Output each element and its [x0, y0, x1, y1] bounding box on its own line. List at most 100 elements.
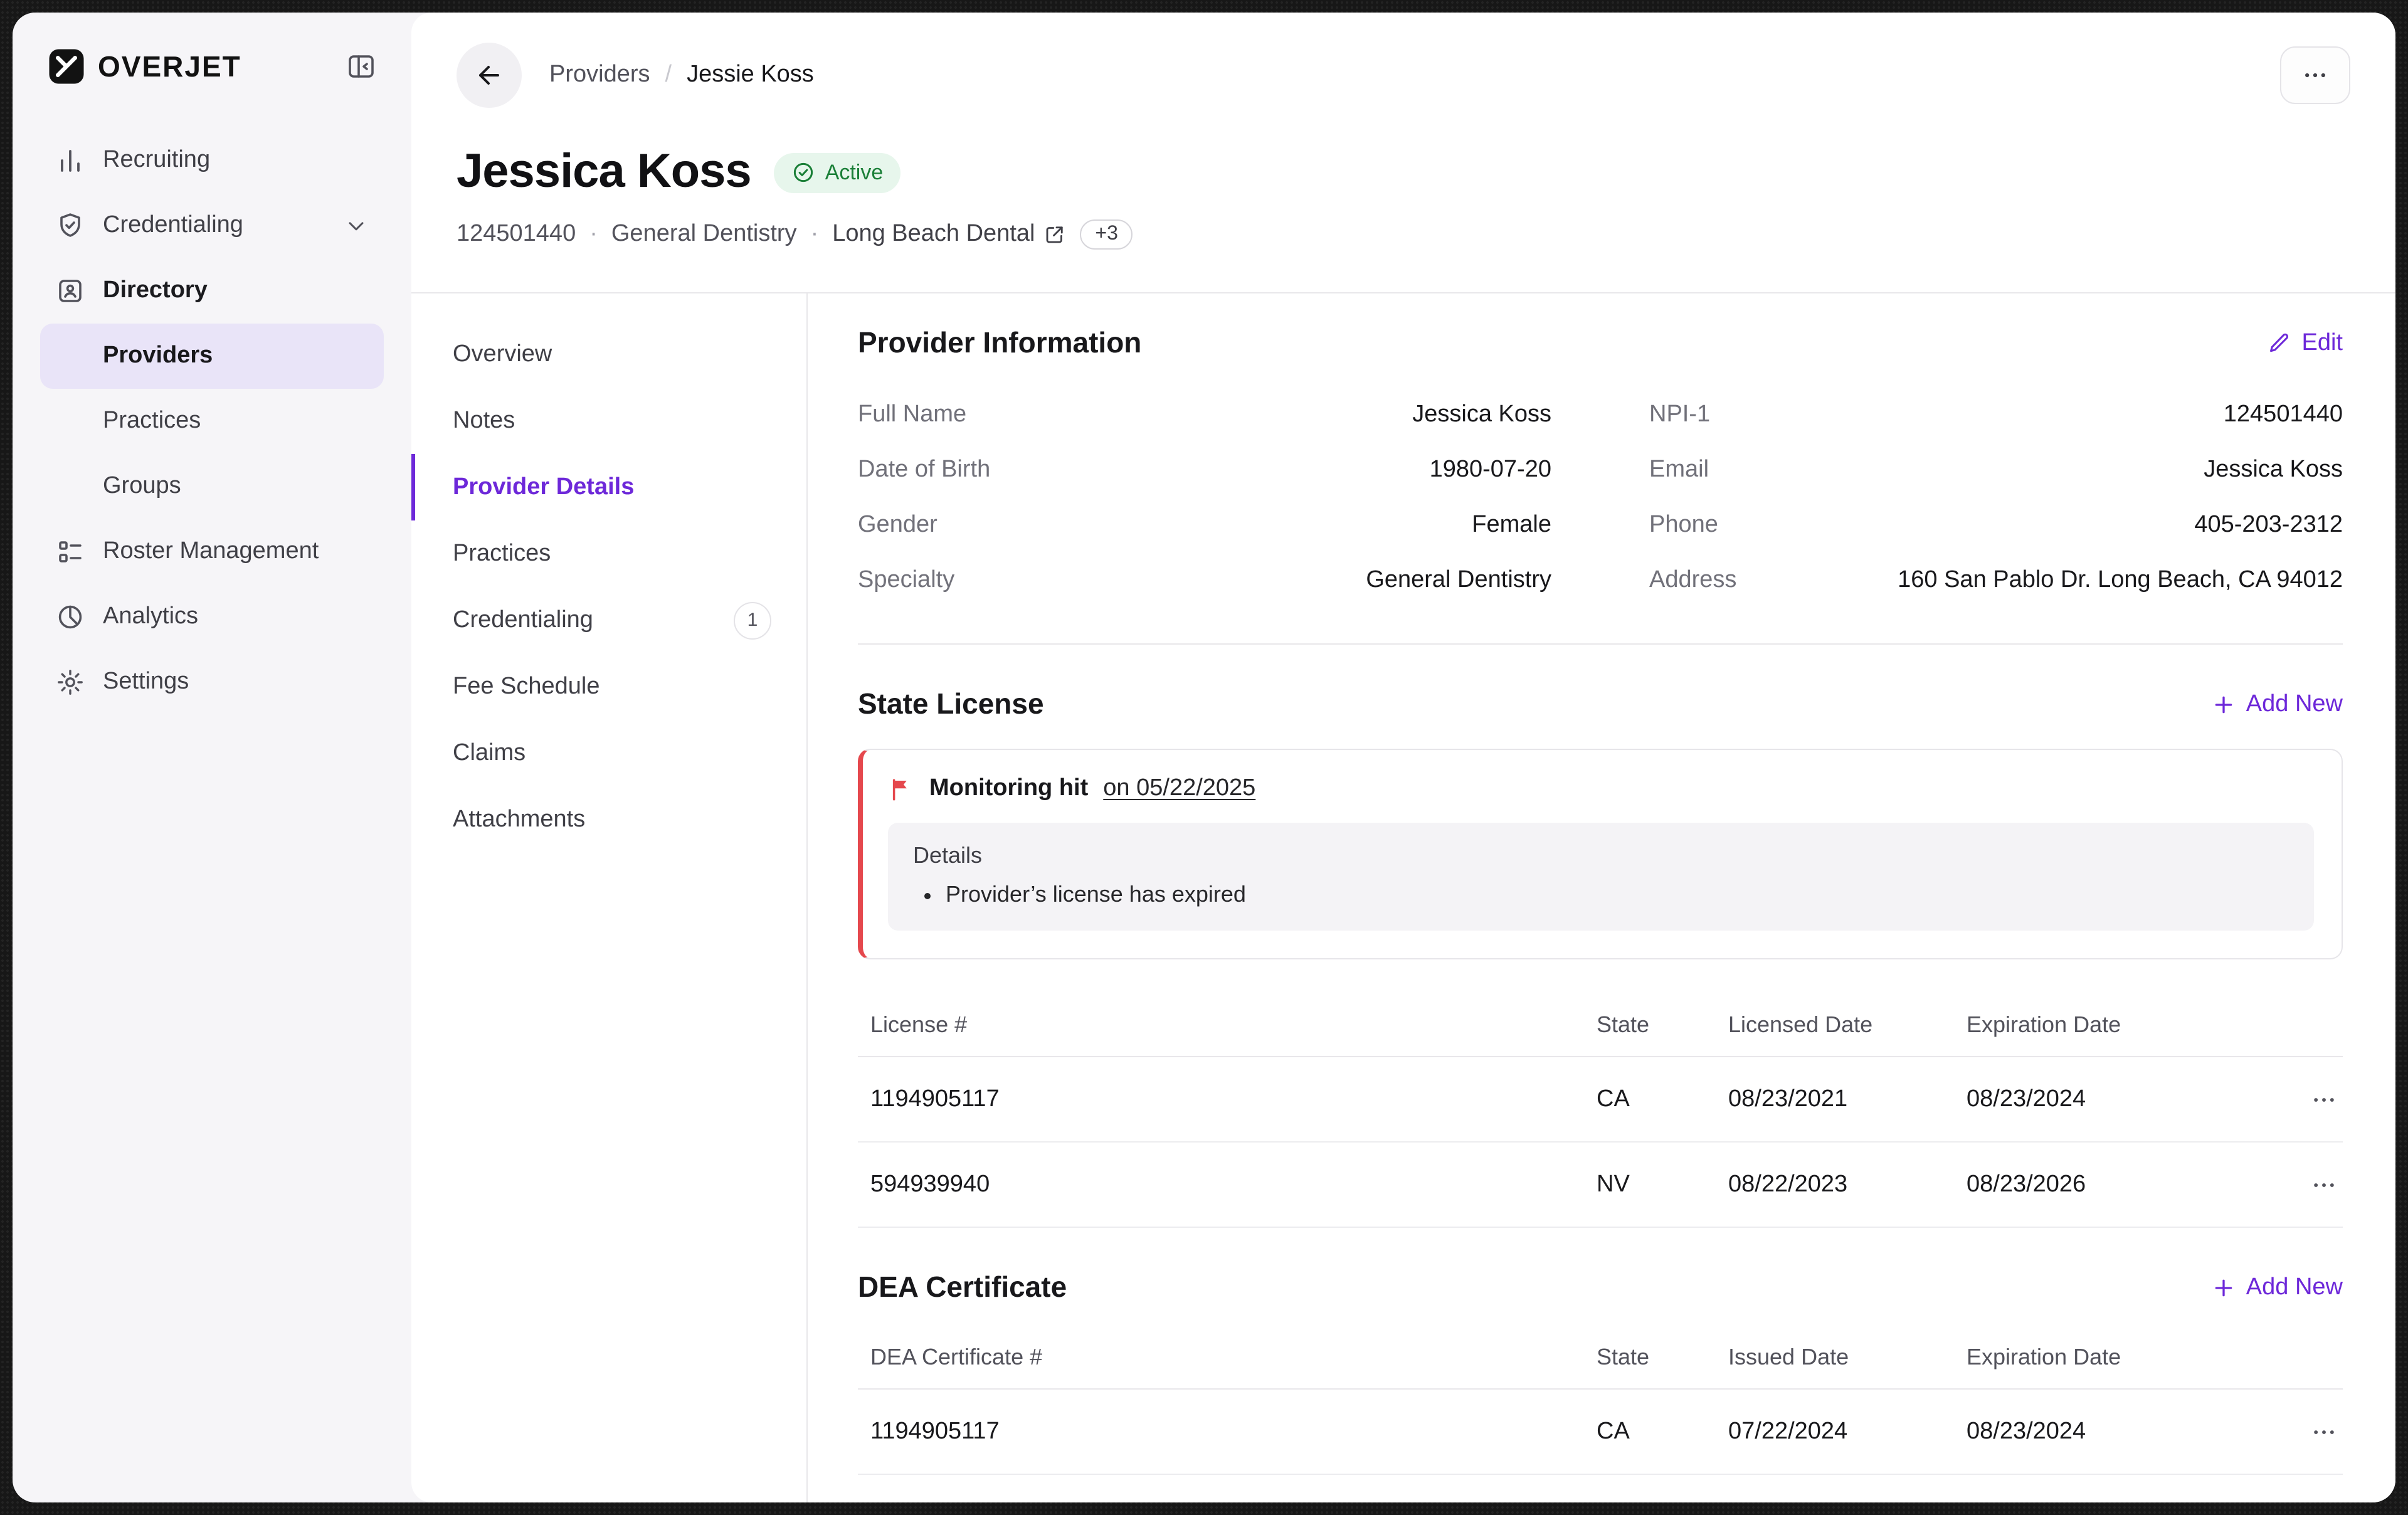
sidebar-item-label: Directory	[103, 277, 208, 305]
plus-icon	[2211, 692, 2236, 717]
tab-practices[interactable]: Practices	[411, 520, 806, 587]
license-state: NV	[1597, 1171, 1728, 1198]
more-actions-button[interactable]	[2280, 46, 2350, 104]
tab-label: Notes	[453, 407, 515, 435]
alert-date-link[interactable]: on 05/22/2025	[1103, 775, 1255, 803]
page-title: Jessica Koss	[457, 145, 751, 199]
state-license-section: State License Add New	[858, 687, 2343, 1228]
row-actions-button[interactable]	[2268, 1418, 2343, 1445]
topbar: Providers / Jessie Koss	[411, 13, 2395, 133]
add-state-license-button[interactable]: Add New	[2211, 690, 2343, 718]
state-license-table: License # State Licensed Date Expiration…	[858, 995, 2343, 1228]
field-value: 405-203-2312	[2194, 512, 2343, 539]
tab-fee-schedule[interactable]: Fee Schedule	[411, 653, 806, 720]
practice-name: Long Beach Dental	[832, 221, 1035, 248]
sidebar-item-directory[interactable]: Directory	[40, 258, 384, 324]
arrow-left-icon	[474, 60, 504, 90]
column-header: Issued Date	[1728, 1344, 1967, 1371]
directory-subnav: Providers Practices Groups	[40, 324, 384, 519]
breadcrumb-providers[interactable]: Providers	[549, 61, 650, 89]
dea-certificate-section: DEA Certificate Add New DEA Certificate …	[858, 1270, 2343, 1475]
fields-right-column: NPI-1 124501440 Email Jessica Koss Phone…	[1649, 388, 2343, 608]
field-value: 160 San Pablo Dr. Long Beach, CA 94012	[1898, 567, 2343, 594]
tab-label: Attachments	[453, 806, 585, 833]
license-number: 1194905117	[858, 1085, 1597, 1113]
collapse-sidebar-button[interactable]	[346, 51, 376, 82]
back-button[interactable]	[457, 43, 522, 108]
more-practices-badge[interactable]: +3	[1080, 219, 1133, 250]
field-phone: Phone 405-203-2312	[1649, 498, 2343, 553]
sidebar-item-label: Groups	[103, 473, 181, 500]
status-label: Active	[825, 160, 884, 185]
edit-button[interactable]: Edit	[2268, 329, 2343, 357]
sidebar-item-providers[interactable]: Providers	[40, 324, 384, 389]
provider-specialty: General Dentistry	[611, 221, 797, 248]
column-header: State	[1597, 1344, 1728, 1371]
field-label: Address	[1649, 567, 1736, 594]
row-actions-button[interactable]	[2268, 1085, 2343, 1113]
expiration-date: 08/23/2024	[1967, 1085, 2268, 1113]
breadcrumb-current: Jessie Koss	[687, 61, 814, 89]
column-header: State	[1597, 1012, 1728, 1038]
tab-label: Claims	[453, 739, 525, 767]
field-npi: NPI-1 124501440	[1649, 388, 2343, 443]
expiration-date: 08/23/2026	[1967, 1171, 2268, 1198]
brand-logo: OVERJET	[48, 48, 241, 85]
sidebar-item-groups[interactable]: Groups	[40, 454, 384, 519]
flag-icon	[888, 776, 914, 802]
tab-credentialing[interactable]: Credentialing 1	[411, 587, 806, 653]
breadcrumb-separator: /	[665, 61, 672, 89]
status-badge: Active	[774, 152, 901, 193]
overjet-logo-icon	[48, 48, 85, 85]
field-value: 1980-07-20	[1430, 457, 1551, 484]
add-dea-certificate-button[interactable]: Add New	[2211, 1274, 2343, 1301]
detail-pane: Provider Information Edit	[808, 293, 2395, 1502]
panel-collapse-icon	[346, 51, 376, 82]
sidebar-item-label: Providers	[103, 342, 213, 370]
sidebar-item-credentialing[interactable]: Credentialing	[40, 193, 384, 258]
sidebar-item-recruiting[interactable]: Recruiting	[40, 128, 384, 193]
table-header-row: License # State Licensed Date Expiration…	[858, 995, 2343, 1057]
sidebar-header: OVERJET	[40, 43, 384, 85]
tab-label: Practices	[453, 540, 551, 567]
field-label: Phone	[1649, 512, 1718, 539]
ellipsis-icon	[2310, 1085, 2338, 1113]
detail-tabs: Overview Notes Provider Details Practice…	[411, 293, 808, 1502]
tab-claims[interactable]: Claims	[411, 720, 806, 786]
licensed-date: 08/23/2021	[1728, 1085, 1967, 1113]
practice-link[interactable]: Long Beach Dental	[832, 221, 1066, 248]
sidebar-item-settings[interactable]: Settings	[40, 650, 384, 715]
tab-notes[interactable]: Notes	[411, 388, 806, 454]
field-address: Address 160 San Pablo Dr. Long Beach, CA…	[1649, 553, 2343, 608]
separator-dot: ·	[589, 221, 598, 248]
external-link-icon	[1043, 223, 1066, 246]
tab-overview[interactable]: Overview	[411, 321, 806, 388]
field-label: Gender	[858, 512, 937, 539]
ellipsis-icon	[2310, 1418, 2338, 1445]
sidebar-item-analytics[interactable]: Analytics	[40, 584, 384, 650]
field-label: Email	[1649, 457, 1709, 484]
sidebar-item-roster-management[interactable]: Roster Management	[40, 519, 384, 584]
pencil-icon	[2268, 331, 2292, 355]
content-area: Overview Notes Provider Details Practice…	[411, 293, 2395, 1502]
provider-header: Jessica Koss Active 124501440 · General …	[411, 133, 2395, 292]
sidebar-item-practices[interactable]: Practices	[40, 389, 384, 454]
row-actions-button[interactable]	[2268, 1171, 2343, 1198]
monitoring-alert: Monitoring hit on 05/22/2025 Details Pro…	[858, 749, 2343, 959]
gear-icon	[55, 667, 85, 697]
tab-attachments[interactable]: Attachments	[411, 786, 806, 853]
ellipsis-icon	[2301, 61, 2329, 89]
field-value: Jessica Koss	[2204, 457, 2343, 484]
field-value: Female	[1472, 512, 1551, 539]
section-title: Provider Information	[858, 326, 1141, 360]
alert-title: Monitoring hit	[929, 775, 1088, 803]
tab-label: Fee Schedule	[453, 673, 600, 700]
tab-provider-details[interactable]: Provider Details	[411, 454, 806, 520]
add-new-label: Add New	[2246, 1274, 2343, 1301]
app-frame: OVERJET Recruiting	[0, 0, 2408, 1515]
tab-label: Provider Details	[453, 473, 634, 501]
sidebar-item-label: Analytics	[103, 603, 198, 631]
alert-details-box: Details Provider’s license has expired	[888, 823, 2314, 931]
plus-icon	[2211, 1275, 2236, 1300]
dea-state: CA	[1597, 1418, 1728, 1445]
